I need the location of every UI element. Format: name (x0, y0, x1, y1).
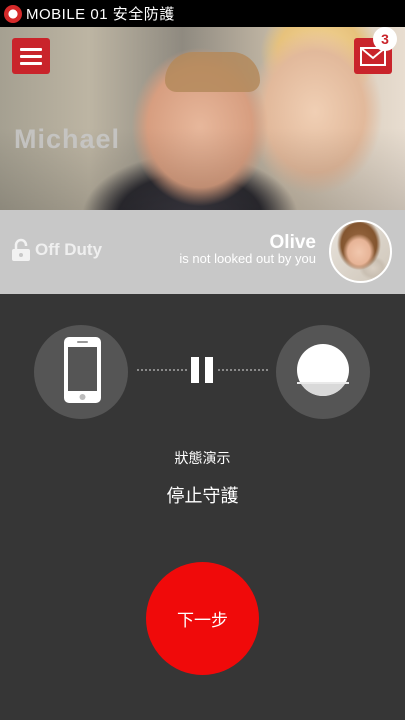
status-bar: MOBILE 01 安全防護 (0, 0, 405, 27)
connection-line-right (218, 369, 268, 371)
sensor-icon (297, 344, 349, 396)
app-logo-icon (4, 4, 22, 23)
guard-state-label: 停止守護 (166, 486, 239, 506)
duty-label: Off Duty (35, 240, 103, 259)
guarded-person-avatar[interactable] (329, 220, 392, 283)
next-step-button[interactable]: 下一步 (146, 562, 259, 675)
pause-icon[interactable] (191, 357, 213, 383)
phone-device[interactable] (34, 325, 128, 419)
sensor-device[interactable] (276, 325, 370, 419)
user-name: Michael (14, 124, 121, 154)
menu-button[interactable] (12, 38, 50, 74)
connection-line-left (137, 369, 187, 371)
duty-status: Off Duty (11, 238, 102, 262)
hamburger-menu-icon (20, 47, 42, 51)
profile-photo (0, 27, 405, 210)
guard-status-text: is not looked out by you (179, 251, 316, 266)
demo-title: 狀態演示 (174, 450, 231, 466)
smartphone-icon (64, 337, 101, 403)
unread-count-badge: 3 (373, 27, 397, 51)
status-bar-title: MOBILE 01 安全防護 (26, 6, 175, 23)
unlocked-padlock-icon (12, 238, 30, 261)
